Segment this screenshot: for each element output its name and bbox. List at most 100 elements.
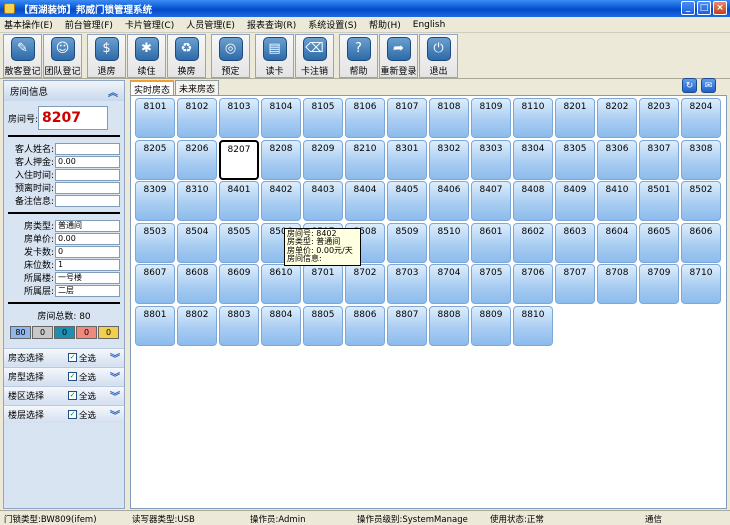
room-tile-8503[interactable]: 8503 [135, 222, 175, 263]
expand-down-icon[interactable]: ︾ [110, 350, 120, 365]
room-tile-8603[interactable]: 8603 [555, 222, 595, 263]
expand-down-icon[interactable]: ︾ [110, 369, 120, 384]
room-tile-8501[interactable]: 8501 [639, 181, 679, 221]
extend-stay-button[interactable]: ✱ 续住 [127, 34, 166, 78]
collapse-up-icon[interactable]: ︽ [108, 84, 118, 99]
room-tile-8609[interactable]: 8609 [219, 264, 259, 304]
status-badge-teal[interactable]: 0 [54, 326, 75, 339]
room-tile-8805[interactable]: 8805 [303, 305, 343, 346]
room-info-header[interactable]: 房间信息 ︽ [4, 81, 124, 101]
exit-button[interactable]: ⏻ 退出 [419, 34, 458, 78]
room-tile-8104[interactable]: 8104 [261, 98, 301, 138]
room-tile-8706[interactable]: 8706 [513, 264, 553, 304]
room-tile-8103[interactable]: 8103 [219, 98, 259, 138]
room-tile-8804[interactable]: 8804 [261, 305, 301, 346]
room-tile-8709[interactable]: 8709 [639, 264, 679, 304]
room-tile-8305[interactable]: 8305 [555, 139, 595, 180]
room-tile-8605[interactable]: 8605 [639, 222, 679, 263]
room-tile-8110[interactable]: 8110 [513, 98, 553, 138]
select-all-label[interactable]: 全选 [79, 409, 110, 421]
room-tile-8404[interactable]: 8404 [345, 181, 385, 221]
expand-down-icon[interactable]: ︾ [110, 407, 120, 422]
expand-down-icon[interactable]: ︾ [110, 388, 120, 403]
room-tile-8205[interactable]: 8205 [135, 139, 175, 180]
room-tile-8102[interactable]: 8102 [177, 98, 217, 138]
change-room-button[interactable]: ♻ 换房 [167, 34, 206, 78]
menu-staff-management[interactable]: 人员管理(E) [186, 18, 235, 31]
select-all-checkbox[interactable]: ✓ [68, 391, 77, 400]
room-tile-8402[interactable]: 8402 [261, 181, 301, 221]
room-tile-8308[interactable]: 8308 [681, 139, 721, 180]
room-tile-8208[interactable]: 8208 [261, 139, 301, 180]
room-tile-8201[interactable]: 8201 [555, 98, 595, 138]
room-tile-8802[interactable]: 8802 [177, 305, 217, 346]
tab-future-status[interactable]: 未来房态 [175, 80, 220, 95]
room-tile-8608[interactable]: 8608 [177, 264, 217, 304]
room-tile-8708[interactable]: 8708 [597, 264, 637, 304]
room-type-filter[interactable]: 房型选择 ✓ 全选 ︾ [4, 367, 124, 385]
maximize-button[interactable]: □ [697, 1, 711, 15]
status-badge-yellow[interactable]: 0 [98, 326, 119, 339]
room-tile-8807[interactable]: 8807 [387, 305, 427, 346]
room-tile-8306[interactable]: 8306 [597, 139, 637, 180]
room-tile-8203[interactable]: 8203 [639, 98, 679, 138]
room-tile-8206[interactable]: 8206 [177, 139, 217, 180]
read-card-button[interactable]: ▤ 读卡 [255, 34, 294, 78]
tab-realtime-status[interactable]: 实时房态 [130, 80, 175, 96]
room-tile-8801[interactable]: 8801 [135, 305, 175, 346]
room-tile-8202[interactable]: 8202 [597, 98, 637, 138]
room-tile-8602[interactable]: 8602 [513, 222, 553, 263]
room-tile-8109[interactable]: 8109 [471, 98, 511, 138]
room-tile-8701[interactable]: 8701 [303, 264, 343, 304]
select-all-checkbox[interactable]: ✓ [68, 410, 77, 419]
relogin-button[interactable]: ➦ 重新登录 [379, 34, 418, 78]
room-tile-8209[interactable]: 8209 [303, 139, 343, 180]
room-tile-8309[interactable]: 8309 [135, 181, 175, 221]
room-tile-8107[interactable]: 8107 [387, 98, 427, 138]
room-tile-8406[interactable]: 8406 [429, 181, 469, 221]
room-tile-8301[interactable]: 8301 [387, 139, 427, 180]
room-tile-8410[interactable]: 8410 [597, 181, 637, 221]
menu-reports[interactable]: 报表查询(R) [247, 18, 296, 31]
menu-card-management[interactable]: 卡片管理(C) [125, 18, 174, 31]
room-tile-8310[interactable]: 8310 [177, 181, 217, 221]
room-tile-8604[interactable]: 8604 [597, 222, 637, 263]
room-tile-8710[interactable]: 8710 [681, 264, 721, 304]
select-all-label[interactable]: 全选 [79, 352, 110, 364]
status-badge-red[interactable]: 0 [76, 326, 97, 339]
room-tile-8303[interactable]: 8303 [471, 139, 511, 180]
cancel-card-button[interactable]: ⌫ 卡注销 [295, 34, 334, 78]
room-tile-8210[interactable]: 8210 [345, 139, 385, 180]
room-tile-8606[interactable]: 8606 [681, 222, 721, 263]
room-tile-8108[interactable]: 8108 [429, 98, 469, 138]
room-tile-8810[interactable]: 8810 [513, 305, 553, 346]
room-tile-8401[interactable]: 8401 [219, 181, 259, 221]
room-tile-8106[interactable]: 8106 [345, 98, 385, 138]
room-tile-8809[interactable]: 8809 [471, 305, 511, 346]
message-icon[interactable]: ✉ [701, 78, 716, 93]
group-checkin-button[interactable]: ☺ 团队登记 [43, 34, 82, 78]
menu-help[interactable]: 帮助(H) [369, 18, 401, 31]
room-tile-8403[interactable]: 8403 [303, 181, 343, 221]
room-tile-8408[interactable]: 8408 [513, 181, 553, 221]
reservation-button[interactable]: ◎ 预定 [211, 34, 250, 78]
select-all-checkbox[interactable]: ✓ [68, 353, 77, 362]
status-badge-gray[interactable]: 0 [32, 326, 53, 339]
minimize-button[interactable]: _ [681, 1, 695, 15]
room-tile-8105[interactable]: 8105 [303, 98, 343, 138]
walk-in-checkin-button[interactable]: ✎ 散客登记 [3, 34, 42, 78]
room-tile-8409[interactable]: 8409 [555, 181, 595, 221]
room-tile-8505[interactable]: 8505 [219, 222, 259, 263]
room-tile-8207[interactable]: 8207 [219, 139, 259, 180]
room-tile-8302[interactable]: 8302 [429, 139, 469, 180]
checkout-button[interactable]: $ 退房 [87, 34, 126, 78]
room-tile-8703[interactable]: 8703 [387, 264, 427, 304]
room-tile-8808[interactable]: 8808 [429, 305, 469, 346]
room-status-filter[interactable]: 房态选择 ✓ 全选 ︾ [4, 348, 124, 366]
room-tile-8803[interactable]: 8803 [219, 305, 259, 346]
building-filter[interactable]: 楼区选择 ✓ 全选 ︾ [4, 386, 124, 404]
close-button[interactable]: × [713, 1, 727, 15]
room-tile-8806[interactable]: 8806 [345, 305, 385, 346]
room-tile-8502[interactable]: 8502 [681, 181, 721, 221]
room-tile-8204[interactable]: 8204 [681, 98, 721, 138]
